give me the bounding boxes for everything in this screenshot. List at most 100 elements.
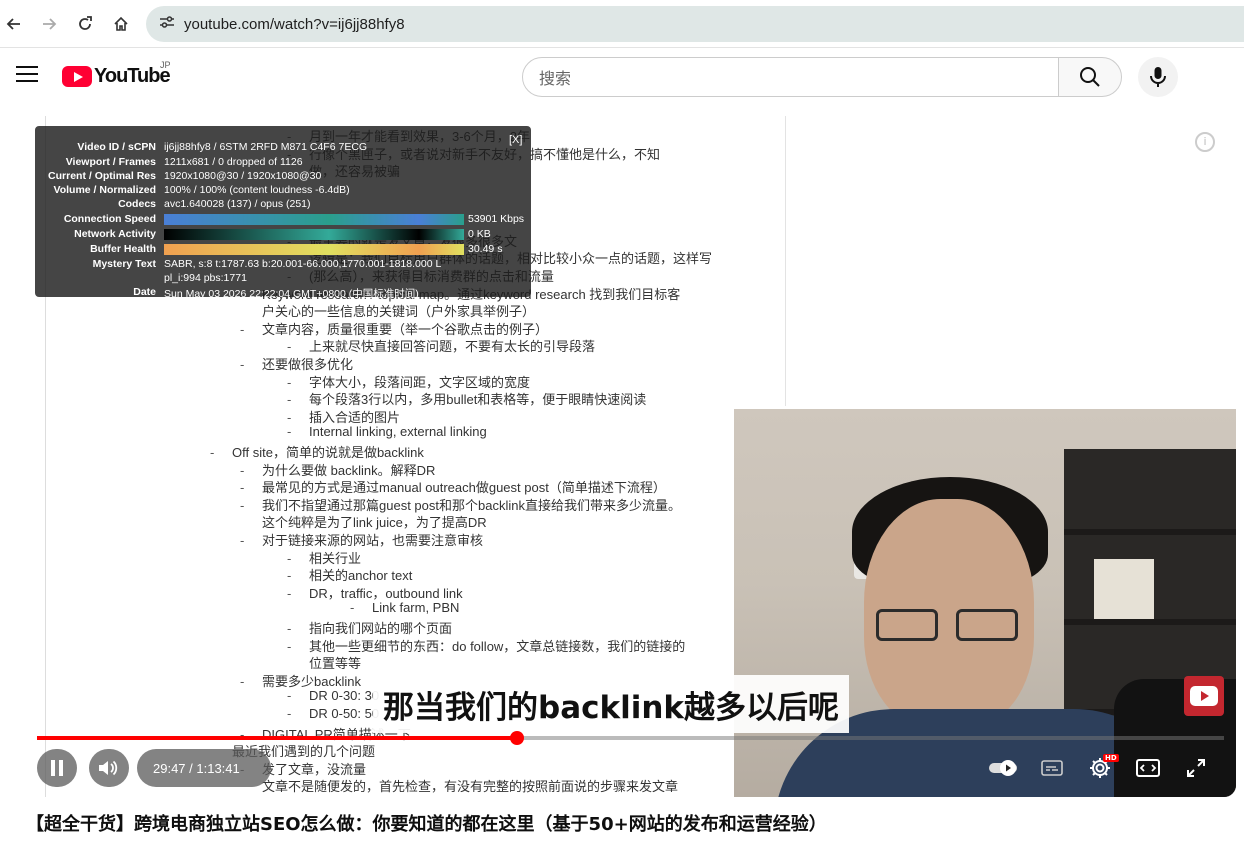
url-text[interactable]: youtube.com/watch?v=ij6jj88hfy8 (184, 16, 405, 33)
document-line: - Internal linking, external linking (287, 424, 487, 440)
address-bar[interactable]: youtube.com/watch?v=ij6jj88hfy8 (146, 6, 1244, 42)
voice-search-button[interactable] (1138, 57, 1178, 97)
stats-row: Codecs avc1.640028 (137) / opus (251) (35, 198, 531, 212)
pause-button[interactable] (37, 749, 77, 787)
stats-key: Volume / Normalized (53, 184, 157, 196)
stats-for-nerds-panel: [X] Video ID / sCPN ij6jj88hfy8 / 6STM 2R… (35, 126, 531, 300)
document-line: - 对于链接来源的网站，也需要注意审核 (240, 533, 484, 548)
document-line: - 相关行业 (287, 550, 362, 566)
arrow-right-icon[interactable] (35, 10, 63, 38)
stats-value: 53901 Kbps (468, 213, 525, 225)
menu-icon[interactable] (16, 66, 38, 84)
settings-button[interactable]: HD (1085, 754, 1119, 782)
stats-value: 30.49 s (468, 243, 503, 255)
time-text: 29:47 / 1:13:41 (153, 760, 240, 776)
home-icon[interactable] (107, 10, 135, 38)
video-player[interactable]: -月到一年才能看到效果，3-6个月，2年-行像个黑匣子，或者说对新手不友好，搞不… (25, 116, 1236, 797)
document-line-text: 还要做很多优化 (262, 357, 354, 372)
document-line: - DR 0-30: 30 (287, 688, 380, 704)
document-line-text: Off site，简单的说就是做backlink (232, 445, 424, 460)
theater-mode-button[interactable] (1133, 756, 1163, 780)
stats-row: Buffer Health 30.49 s (35, 243, 531, 257)
stats-value: pl_i:994 pbs:1771 (164, 272, 247, 284)
document-line: - 字体大小，段落间距，文字区域的宽度 (287, 374, 531, 390)
document-line-text: 最常见的方式是通过manual outreach做guest post（简单描述… (262, 480, 666, 496)
hd-badge: HD (1103, 754, 1119, 762)
stats-key: Date (133, 286, 156, 298)
stats-key: Video ID / sCPN (77, 141, 156, 153)
document-line: - DR 0-50: 50 (287, 706, 380, 721)
stats-row: Current / Optimal Res 1920x1080@30 / 1920… (35, 170, 531, 184)
search-input[interactable]: 搜索 (522, 57, 1059, 97)
document-line: - 每个段落3行以内，多用bullet和表格等，便于眼睛快速阅读 (287, 392, 647, 408)
document-line: 这个纯粹是为了link juice，为了提高DR (262, 512, 487, 531)
search-placeholder: 搜索 (539, 69, 572, 88)
stats-key: Buffer Health (90, 243, 156, 255)
document-line: - 指向我们网站的哪个页面 (287, 621, 453, 636)
document-line-text: 我们不指望通过那篇guest post和那个backlink直接给我们带来多少流… (262, 497, 681, 513)
stats-graph (164, 229, 464, 240)
pause-icon (51, 760, 63, 776)
document-line: - Off site，简单的说就是做backlink (210, 445, 424, 460)
document-line-text: 对于链接来源的网站，也需要注意审核 (262, 533, 484, 548)
document-line-text: 相关的anchor text (309, 568, 413, 584)
document-line: - 为什么要做 backlink。解释DR (240, 462, 436, 478)
time-display: 29:47 / 1:13:41 (137, 749, 271, 787)
stats-row: Connection Speed 53901 Kbps (35, 213, 531, 227)
youtube-play-icon (62, 66, 92, 87)
theater-mode-icon (1136, 759, 1160, 777)
document-line: 户关心的一些信息的关键词（户外家具举例子） (262, 301, 535, 320)
fullscreen-button[interactable] (1181, 756, 1211, 780)
youtube-header: YouTube JP 搜索 (0, 48, 1244, 108)
stats-graph (164, 214, 464, 225)
progress-bar[interactable] (37, 731, 1224, 745)
document-line: - 还要做很多优化 (240, 357, 354, 372)
logo-text: YouTube (94, 65, 171, 87)
youtube-logo[interactable]: YouTube JP (62, 60, 171, 88)
document-line-text: 插入合适的图片 (309, 409, 401, 425)
microphone-icon (1150, 67, 1166, 87)
document-line: - Link farm, PBN (350, 600, 460, 616)
document-line-text: 这个纯粹是为了link juice，为了提高DR (262, 515, 487, 531)
document-line-text: 位置等等 (309, 656, 362, 672)
document-line-text: 为什么要做 backlink。解释DR (262, 462, 436, 478)
document-line: 位置等等 (309, 653, 361, 672)
volume-button[interactable] (89, 749, 129, 787)
autoplay-toggle[interactable] (987, 756, 1021, 780)
subtitles-icon (1041, 760, 1063, 776)
document-line: - DR，traffic，outbound link (287, 585, 463, 601)
document-line: - 我们不指望通过那篇guest post和那个backlink直接给我们带来多少… (240, 497, 681, 513)
stats-row: Video ID / sCPN ij6jj88hfy8 / 6STM 2RFD M… (35, 141, 531, 155)
stats-key: Viewport / Frames (65, 156, 156, 168)
stats-key: Current / Optimal Res (48, 170, 156, 182)
site-settings-icon[interactable] (150, 15, 184, 33)
document-line-text: 文章内容，质量很重要（举一个谷歌点击的例子） (262, 321, 549, 337)
document-line: 文章不是随便发的，首先检查，有没有完整的按照前面说的步骤来发文章 (262, 776, 678, 795)
progress-scrubber[interactable] (509, 731, 524, 745)
document-line-text: 指向我们网站的哪个页面 (309, 621, 453, 636)
stats-row: Volume / Normalized 100% / 100% (content … (35, 184, 531, 198)
document-line: - 最常见的方式是通过manual outreach做guest post（简单描… (240, 480, 666, 496)
stats-value: 1211x681 / 0 dropped of 1126 (164, 156, 303, 168)
arrow-left-icon[interactable] (0, 10, 28, 38)
stats-value: 100% / 100% (content loudness -6.4dB) (164, 184, 350, 196)
document-line: - 其他一些更细节的东西：do follow，文章总链接数，我们的链接的 (287, 638, 686, 654)
stats-key: Network Activity (74, 228, 156, 240)
document-line-text: DR 0-50: 50 (309, 706, 380, 721)
document-line: - 上来就尽快直接回答问题，不要有太长的引导段落 (287, 339, 596, 355)
stats-value: SABR, s:8 t:1787.63 b:20.001-66.000,1770… (164, 258, 442, 270)
stats-key: Connection Speed (63, 213, 156, 225)
search-icon (1080, 67, 1100, 87)
document-line-text: 其他一些更细节的东西：do follow，文章总链接数，我们的链接的 (309, 638, 686, 654)
document-line-text: 相关行业 (309, 550, 362, 566)
document-line-text: DR 0-30: 30 (309, 688, 380, 704)
info-icon[interactable]: i (1195, 132, 1215, 152)
subtitle-caption: 那当我们的backlink越多以后呢 (373, 675, 850, 733)
subtitles-button[interactable] (1037, 756, 1067, 780)
video-title: 【超全干货】跨境电商独立站SEO怎么做：你要知道的都在这里（基于50+网站的发布… (26, 814, 827, 835)
search-button[interactable] (1058, 57, 1122, 97)
channel-watermark-icon[interactable] (1184, 676, 1224, 716)
document-line-text: Internal linking, external linking (309, 424, 487, 440)
document-line-text: 需要多少backlink (262, 673, 361, 689)
reload-icon[interactable] (71, 10, 99, 38)
